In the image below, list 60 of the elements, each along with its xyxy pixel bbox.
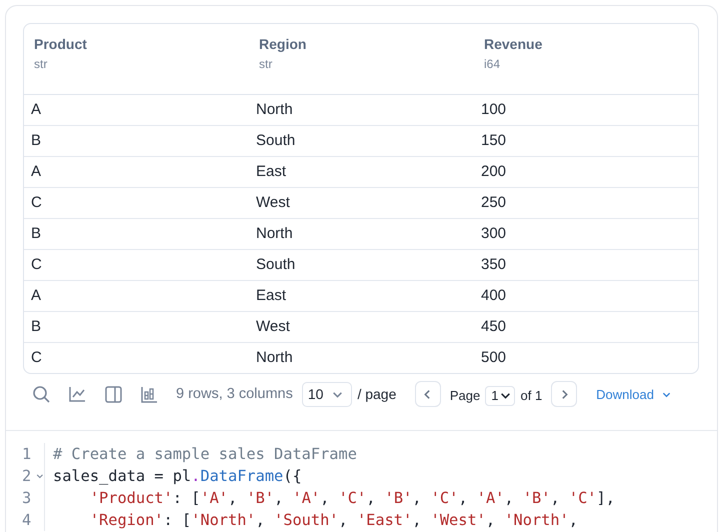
column-type: str <box>259 57 272 71</box>
table-cell-text: South <box>255 256 296 273</box>
table-cell-text: 300 <box>480 225 506 242</box>
table-cell-text: C <box>30 256 42 273</box>
line-chart-icon <box>68 384 87 404</box>
panel-icon <box>104 384 123 404</box>
chevron-down-icon <box>662 390 671 398</box>
code-line: # Create a sample sales DataFrame <box>52 445 357 463</box>
next-page-button[interactable] <box>551 381 578 407</box>
search-button[interactable] <box>32 384 51 404</box>
panel-button[interactable] <box>104 384 123 404</box>
table-cell-text: West <box>255 194 290 211</box>
table-cell-text: A <box>30 287 42 304</box>
table-cell-text: B <box>30 318 42 335</box>
table-cell-text: 100 <box>480 101 506 118</box>
table-cell-text: North <box>255 349 293 366</box>
line-number: 2 <box>22 467 32 485</box>
search-icon <box>32 384 51 404</box>
table-cell-text: B <box>30 132 42 149</box>
line-number: 3 <box>22 489 32 507</box>
code-line: 'Product': ['A', 'B', 'A', 'C', 'B', 'C', 'A', 'B', 'C'], <box>88 489 615 507</box>
table-cell-text: 250 <box>480 194 506 211</box>
line-number: 4 <box>22 511 32 529</box>
table-cell-text: A <box>30 101 42 118</box>
table-cell-text: 150 <box>480 132 506 149</box>
table-cell-text: East <box>255 163 286 180</box>
page-select[interactable]: 1 <box>485 386 516 406</box>
table-cell-text: 400 <box>480 287 506 304</box>
table-cell-text: South <box>255 132 296 149</box>
page-size-select[interactable]: 10 <box>302 382 352 406</box>
table-cell-text: North <box>255 225 293 242</box>
column-header[interactable]: Product <box>34 36 87 52</box>
row-count-text: 9 rows, 3 columns <box>176 386 293 402</box>
page-size-label: / page <box>357 386 396 402</box>
previous-page-button[interactable] <box>414 381 441 407</box>
table-cell-text: 200 <box>480 163 506 180</box>
column-header[interactable]: Revenue <box>484 36 542 52</box>
column-header[interactable]: Region <box>259 36 306 52</box>
table-cell-text: 350 <box>480 256 506 273</box>
fold-chevron-icon[interactable] <box>36 472 44 480</box>
bar-chart-button[interactable] <box>140 384 159 404</box>
table-cell-text: North <box>255 101 293 118</box>
table-cell-text: East <box>255 287 286 304</box>
download-button[interactable]: Download <box>596 386 671 402</box>
line-chart-button[interactable] <box>68 384 87 404</box>
page-total-label: of 1 <box>520 388 542 403</box>
table-cell-text: C <box>30 349 42 366</box>
table-cell-text: A <box>30 163 42 180</box>
column-type: i64 <box>484 57 500 71</box>
table-cell-text: West <box>255 318 290 335</box>
page-label: Page <box>450 388 480 403</box>
table-cell-text: 450 <box>480 318 506 335</box>
bar-chart-icon <box>140 384 159 404</box>
code-line: sales_data = pl.DataFrame({ <box>52 467 302 485</box>
column-type: str <box>34 57 48 71</box>
table-cell-text: C <box>30 194 42 211</box>
table-cell-text: B <box>30 225 42 242</box>
table-cell-text: 500 <box>480 349 506 366</box>
code-line: 'Region': ['North', 'South', 'East', 'West', 'North', <box>88 511 578 529</box>
line-number: 1 <box>22 445 32 463</box>
